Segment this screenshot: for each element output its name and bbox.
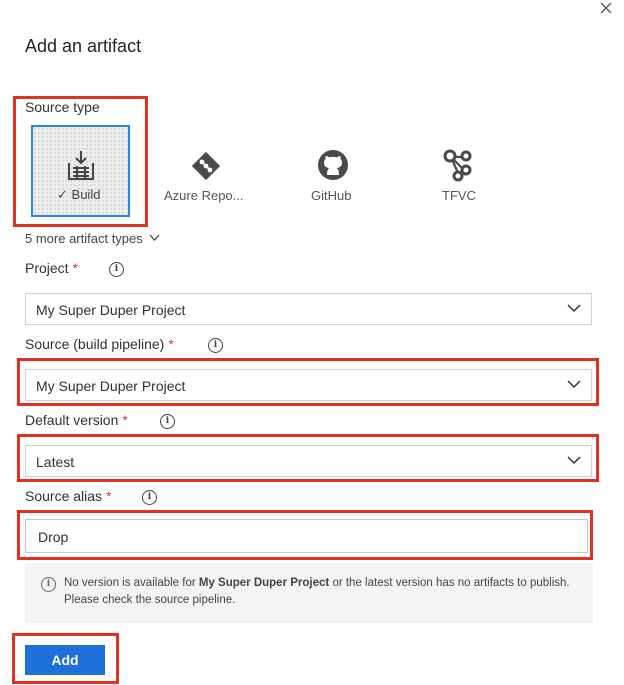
project-label-row: Project * — [25, 260, 78, 276]
source-type-label: Source type — [25, 99, 100, 115]
more-artifact-types-label: 5 more artifact types — [25, 231, 143, 246]
source-type-azure-repos-tile[interactable]: Azure Repo... — [155, 130, 255, 222]
project-label: Project — [25, 260, 69, 276]
info-icon[interactable]: i — [208, 338, 223, 353]
dialog-title: Add an artifact — [25, 36, 142, 56]
required-marker: * — [168, 336, 174, 352]
chevron-down-icon — [149, 234, 160, 241]
more-artifact-types-toggle[interactable]: 5 more artifact types — [25, 231, 160, 246]
tile-label-build: Build — [71, 187, 101, 202]
info-icon[interactable]: i — [160, 414, 175, 429]
source-type-github-tile[interactable]: GitHub — [282, 130, 382, 222]
required-marker: * — [72, 260, 79, 276]
notice-text: No version is available for My Super Dup… — [64, 575, 574, 609]
info-icon[interactable]: i — [109, 262, 124, 277]
project-dropdown-value: My Super Duper Project — [36, 302, 186, 318]
add-button[interactable]: Add — [25, 645, 105, 675]
build-pipeline-icon — [68, 151, 94, 180]
info-icon: i — [41, 577, 56, 592]
source-pipeline-dropdown[interactable]: My Super Duper Project — [25, 369, 592, 401]
default-version-value: Latest — [36, 454, 75, 470]
source-alias-input[interactable]: Drop — [25, 519, 588, 553]
source-dropdown-value: My Super Duper Project — [36, 378, 186, 394]
default-version-label: Default version — [25, 412, 119, 428]
required-marker: * — [122, 412, 128, 428]
azure-repos-icon — [191, 151, 221, 181]
tile-label-azure-repos: Azure Repo... — [164, 188, 244, 203]
source-alias-label-row: Source alias * — [25, 488, 112, 504]
chevron-down-icon — [567, 304, 581, 313]
close-icon — [600, 2, 612, 14]
tile-label-github: GitHub — [311, 188, 352, 203]
source-type-tfvc-tile[interactable]: TFVC — [408, 130, 508, 222]
default-version-dropdown[interactable]: Latest — [25, 445, 592, 477]
required-marker: * — [106, 488, 112, 504]
chevron-down-icon — [567, 456, 581, 465]
source-label-row: Source (build pipeline) * — [25, 336, 174, 352]
source-alias-value: Drop — [38, 529, 69, 545]
warning-notice: i No version is available for My Super D… — [25, 563, 593, 623]
checkmark-icon: ✓ — [57, 187, 68, 202]
notice-prefix: No version is available for — [64, 577, 199, 589]
tile-label-tfvc: TFVC — [442, 188, 476, 203]
default-version-label-row: Default version * — [25, 412, 128, 428]
chevron-down-icon — [567, 380, 581, 389]
source-type-build-tile[interactable]: ✓ Build — [31, 125, 130, 217]
source-label: Source (build pipeline) — [25, 336, 165, 352]
close-button[interactable] — [596, 0, 616, 16]
tfvc-icon — [443, 149, 472, 182]
project-dropdown[interactable]: My Super Duper Project — [25, 293, 592, 325]
notice-project: My Super Duper Project — [198, 577, 330, 589]
github-icon — [318, 150, 348, 180]
info-icon[interactable]: i — [142, 490, 157, 505]
source-alias-label: Source alias — [25, 488, 103, 504]
